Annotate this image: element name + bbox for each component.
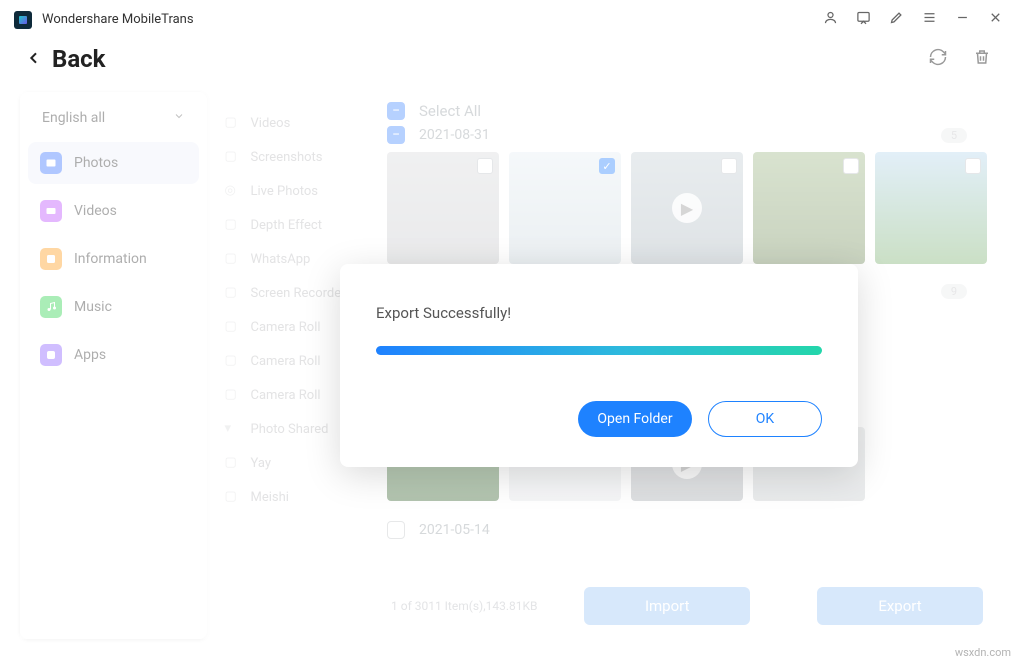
photo-thumbnail[interactable] xyxy=(753,152,865,264)
sidebar-item-photos[interactable]: Photos xyxy=(28,142,199,184)
photo-grid: ✓ ▶ xyxy=(387,152,987,264)
group-count: 5 xyxy=(941,128,967,143)
feedback-icon[interactable] xyxy=(856,10,871,29)
select-all-row: − Select All xyxy=(387,102,987,120)
folder-item[interactable]: ▢Meishi xyxy=(207,480,378,514)
photo-checkbox[interactable] xyxy=(965,158,981,174)
music-icon xyxy=(40,296,62,318)
image-icon: ▢ xyxy=(225,285,241,301)
play-icon: ▶ xyxy=(672,193,702,223)
live-photo-icon: ◎ xyxy=(225,183,241,199)
image-icon: ▢ xyxy=(225,319,241,335)
videos-icon xyxy=(40,200,62,222)
image-icon: ▢ xyxy=(225,251,241,267)
refresh-icon[interactable] xyxy=(929,48,947,71)
image-icon: ▢ xyxy=(225,489,241,505)
sidebar-item-information[interactable]: Information xyxy=(28,238,199,280)
select-all-checkbox[interactable]: − xyxy=(387,102,405,120)
photo-thumbnail[interactable] xyxy=(387,152,499,264)
date-group-header: − 2021-08-31 5 xyxy=(387,126,987,144)
chevron-down-icon xyxy=(173,110,185,126)
close-icon[interactable] xyxy=(988,10,1003,29)
photo-checkbox[interactable] xyxy=(721,158,737,174)
selection-status: 1 of 3011 Item(s),143.81KB xyxy=(391,599,537,613)
photo-thumbnail[interactable] xyxy=(875,152,987,264)
minimize-icon[interactable] xyxy=(955,10,970,29)
folder-item[interactable]: ▢Videos xyxy=(207,106,378,140)
chevron-down-icon: ▾ xyxy=(225,421,241,437)
group-count: 9 xyxy=(941,284,967,299)
folder-item[interactable]: ▢Screenshots xyxy=(207,140,378,174)
group-checkbox[interactable] xyxy=(387,521,405,539)
sidebar-item-label: Information xyxy=(74,251,147,267)
language-selector[interactable]: English all xyxy=(28,100,199,136)
photo-thumbnail[interactable]: ✓ xyxy=(509,152,621,264)
sidebar-item-label: Videos xyxy=(74,203,117,219)
image-icon: ▢ xyxy=(225,387,241,403)
back-row: Back xyxy=(0,39,1017,87)
sidebar: English all Photos Videos Information Mu… xyxy=(20,92,207,639)
image-icon: ▢ xyxy=(225,217,241,233)
video-icon: ▢ xyxy=(225,115,241,131)
app-title: Wondershare MobileTrans xyxy=(42,12,194,27)
modal-title: Export Successfully! xyxy=(376,304,822,322)
apps-icon xyxy=(40,344,62,366)
sidebar-item-videos[interactable]: Videos xyxy=(28,190,199,232)
video-thumbnail[interactable]: ▶ xyxy=(631,152,743,264)
back-button[interactable]: Back xyxy=(52,45,105,73)
app-logo xyxy=(14,11,32,29)
language-selector-label: English all xyxy=(42,110,105,126)
titlebar: Wondershare MobileTrans xyxy=(0,0,1017,39)
photo-checkbox[interactable] xyxy=(843,158,859,174)
progress-bar xyxy=(376,346,822,355)
footer: 1 of 3011 Item(s),143.81KB Import Export xyxy=(377,577,997,639)
screenshot-icon: ▢ xyxy=(225,149,241,165)
back-chevron-icon[interactable] xyxy=(26,47,42,71)
photo-checkbox[interactable]: ✓ xyxy=(599,158,615,174)
trash-icon[interactable] xyxy=(973,48,991,71)
export-success-modal: Export Successfully! Open Folder OK xyxy=(340,264,858,467)
information-icon xyxy=(40,248,62,270)
sidebar-item-apps[interactable]: Apps xyxy=(28,334,199,376)
image-icon: ▢ xyxy=(225,353,241,369)
group-date: 2021-08-31 xyxy=(419,127,490,143)
menu-icon[interactable] xyxy=(922,10,937,29)
sidebar-item-music[interactable]: Music xyxy=(28,286,199,328)
watermark: wsxdn.com xyxy=(955,646,1011,659)
sidebar-item-label: Apps xyxy=(74,347,106,363)
user-icon[interactable] xyxy=(823,10,838,29)
export-button[interactable]: Export xyxy=(817,587,983,625)
image-icon: ▢ xyxy=(225,455,241,471)
group-date: 2021-05-14 xyxy=(419,522,490,538)
date-group-header: 2021-05-14 xyxy=(387,521,987,539)
photos-icon xyxy=(40,152,62,174)
sidebar-item-label: Music xyxy=(74,299,112,315)
edit-icon[interactable] xyxy=(889,10,904,29)
open-folder-button[interactable]: Open Folder xyxy=(578,401,692,437)
group-checkbox[interactable]: − xyxy=(387,126,405,144)
sidebar-item-label: Photos xyxy=(74,155,118,171)
folder-item[interactable]: ▢Depth Effect xyxy=(207,208,378,242)
select-all-label: Select All xyxy=(419,102,481,120)
import-button[interactable]: Import xyxy=(584,587,750,625)
folder-item[interactable]: ◎Live Photos xyxy=(207,174,378,208)
ok-button[interactable]: OK xyxy=(708,401,822,437)
photo-checkbox[interactable] xyxy=(477,158,493,174)
